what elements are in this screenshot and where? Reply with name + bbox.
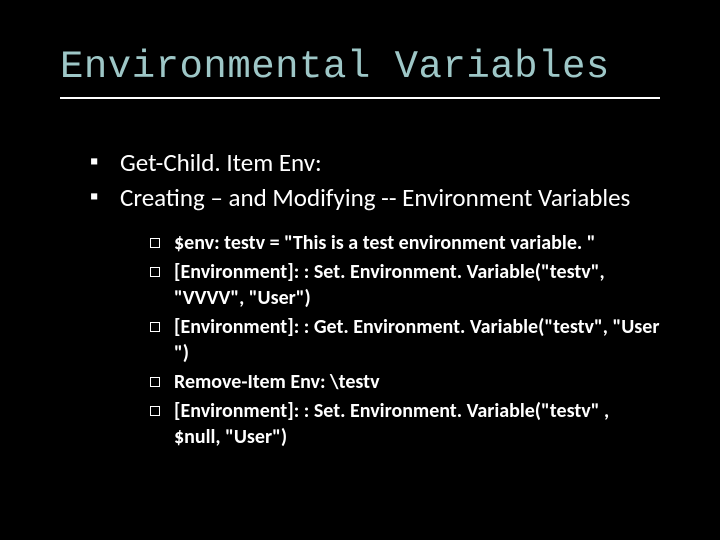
list-item-text: [Environment]: : Set. Environment. Varia…: [174, 260, 605, 310]
list-item: Remove-Item Env: \testv: [154, 369, 660, 395]
slide-title: Environmental Variables: [60, 45, 660, 89]
list-item: [Environment]: : Get. Environment. Varia…: [154, 314, 660, 366]
bullet-list-level1: Get-Child. Item Env: Creating – and Modi…: [60, 147, 660, 450]
list-item: $env: testv = "This is a test environmen…: [154, 230, 660, 256]
list-item: [Environment]: : Set. Environment. Varia…: [154, 259, 660, 311]
list-item: Get-Child. Item Env:: [98, 147, 660, 178]
list-item-text: [Environment]: : Set. Environment. Varia…: [174, 399, 609, 449]
list-item-text: Creating – and Modifying -- Environment …: [120, 182, 630, 213]
list-item-text: [Environment]: : Get. Environment. Varia…: [174, 315, 659, 365]
list-item-text: $env: testv = "This is a test environmen…: [174, 231, 596, 255]
list-item-text: Remove-Item Env: \testv: [174, 370, 380, 394]
list-item: [Environment]: : Set. Environment. Varia…: [154, 398, 660, 450]
bullet-list-level2: $env: testv = "This is a test environmen…: [120, 230, 660, 450]
list-item: Creating – and Modifying -- Environment …: [98, 182, 660, 449]
title-underline: [60, 97, 660, 99]
list-item-text: Get-Child. Item Env:: [120, 147, 322, 178]
slide: Environmental Variables Get-Child. Item …: [0, 0, 720, 540]
